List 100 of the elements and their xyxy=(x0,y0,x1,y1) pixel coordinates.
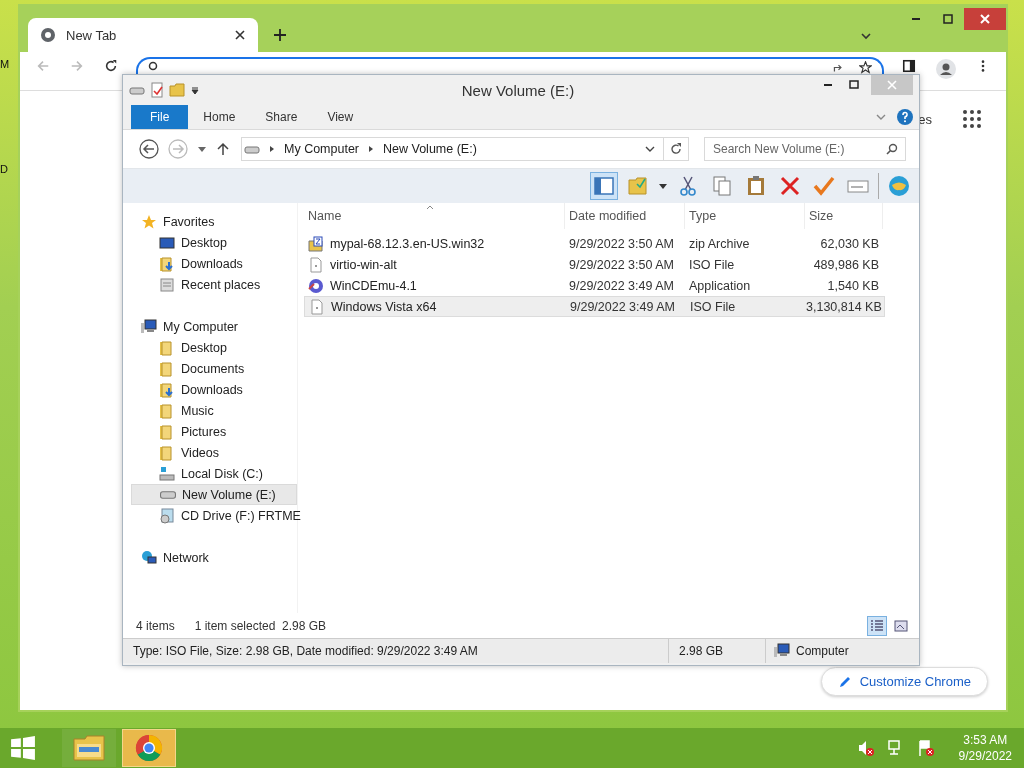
file-explorer-taskbar-button[interactable] xyxy=(62,729,116,767)
file-row[interactable]: WinCDEmu-4.1 9/29/2022 3:49 AM Application 1,540 KB xyxy=(304,275,885,296)
breadcrumb-item[interactable]: New Volume (E:) xyxy=(383,142,477,156)
help-icon[interactable] xyxy=(897,109,913,125)
nav-item[interactable]: New Volume (E:) xyxy=(131,484,297,505)
computer-icon xyxy=(141,318,157,335)
file-icon xyxy=(309,298,325,315)
ribbon-tab[interactable]: Share xyxy=(250,105,313,129)
table-cell-text: 9/29/2022 3:50 AM xyxy=(568,257,675,272)
file-name: mypal-68.12.3.en-US.win32 xyxy=(330,236,485,251)
scissors-icon xyxy=(677,175,699,197)
chrome-taskbar-button[interactable] xyxy=(122,729,176,767)
column-header[interactable]: Type xyxy=(685,203,805,229)
star-icon xyxy=(141,213,157,230)
ribbon-tab[interactable]: View xyxy=(312,105,369,129)
bookmark-star-icon[interactable] xyxy=(859,61,872,74)
close-button[interactable] xyxy=(964,8,1006,30)
file-name: virtio-win-alt xyxy=(330,257,397,272)
recent-places-icon xyxy=(159,276,175,293)
preview-pane-icon xyxy=(593,175,615,197)
minimize-icon xyxy=(824,84,832,86)
table-cell-text: 62,030 KB xyxy=(819,236,880,251)
file-icon xyxy=(308,256,324,273)
application-icon xyxy=(308,277,324,294)
minimize-icon xyxy=(912,18,920,20)
checkmark-icon xyxy=(813,175,835,197)
close-icon xyxy=(979,13,991,25)
nav-item[interactable]: Favorites xyxy=(131,211,297,232)
nav-item[interactable]: Recent places xyxy=(131,274,297,295)
downloads-folder-icon xyxy=(159,255,175,272)
nav-item[interactable]: Documents xyxy=(131,358,297,379)
cd-drive-icon xyxy=(159,507,175,524)
item-count: 4 items xyxy=(136,618,175,633)
file-row[interactable]: virtio-win-alt 9/29/2022 3:50 AM ISO File 489,986 KB xyxy=(304,254,885,275)
recent-locations-icon[interactable] xyxy=(197,144,207,154)
nav-item[interactable]: Local Disk (C:) xyxy=(131,463,297,484)
file-row[interactable]: Windows Vista x64 9/29/2022 3:49 AM ISO File 3,130,814 KB xyxy=(304,296,885,317)
reload-icon[interactable] xyxy=(104,59,118,73)
column-header[interactable]: Name xyxy=(304,203,565,229)
ribbon-tab[interactable]: File xyxy=(131,105,189,129)
caret-icon[interactable] xyxy=(658,181,668,191)
column-header[interactable]: Size xyxy=(805,203,883,229)
desktop-icon xyxy=(159,234,175,251)
clipboard-icon xyxy=(745,175,767,197)
drive-icon xyxy=(159,465,175,482)
details-view-button[interactable] xyxy=(867,615,887,636)
maximize-icon xyxy=(942,13,954,25)
address-bar[interactable]: My Computer New Volume (E:) xyxy=(241,137,689,161)
folder-icon xyxy=(159,360,175,377)
file-name: WinCDEmu-4.1 xyxy=(330,278,417,293)
folder-icon xyxy=(73,734,105,762)
nav-item[interactable]: Network xyxy=(131,547,297,568)
preview-pane-button[interactable] xyxy=(590,172,618,200)
apps-grid-icon[interactable] xyxy=(962,109,982,129)
nav-item[interactable]: Desktop xyxy=(131,337,297,358)
new-tab-icon[interactable] xyxy=(272,27,288,43)
nav-item[interactable]: Videos xyxy=(131,442,297,463)
tab-search-icon[interactable] xyxy=(860,30,872,42)
selection-info: 1 item selected 2.98 GB xyxy=(194,618,327,633)
nav-item[interactable]: Downloads xyxy=(131,379,297,400)
preview-view-icon xyxy=(894,618,908,633)
desktop-icon-label: D xyxy=(0,163,8,175)
file-name: Windows Vista x64 xyxy=(331,299,437,314)
start-icon[interactable] xyxy=(10,735,36,761)
table-cell-text: zip Archive xyxy=(688,236,751,251)
profile-icon[interactable] xyxy=(936,59,956,79)
pencil-icon xyxy=(837,674,852,689)
breadcrumb-item[interactable]: My Computer xyxy=(284,142,360,156)
customize-chrome-button[interactable]: Customize Chrome xyxy=(820,667,988,696)
caret-icon[interactable] xyxy=(189,84,201,96)
file-row[interactable]: mypal-68.12.3.en-US.win32 9/29/2022 3:50 AM zip Archive 62,030 KB xyxy=(304,233,885,254)
flag-icon[interactable] xyxy=(916,739,935,757)
search-field[interactable]: Search New Volume (E:) xyxy=(704,137,906,161)
details-view-icon xyxy=(870,618,884,633)
side-panel-icon[interactable] xyxy=(902,59,916,73)
muted-speaker-icon[interactable] xyxy=(856,739,875,757)
ribbon-tab[interactable]: Home xyxy=(188,105,251,129)
close-icon[interactable] xyxy=(234,29,246,41)
up-arrow-icon[interactable] xyxy=(216,142,230,156)
zip-archive-icon xyxy=(308,235,324,252)
nav-item[interactable]: Desktop xyxy=(131,232,297,253)
network-icon xyxy=(141,549,157,566)
desktop-icon-label: M xyxy=(0,58,10,70)
nav-item[interactable]: My Computer xyxy=(131,316,297,337)
table-cell-text: 1,540 KB xyxy=(826,278,880,293)
column-header[interactable]: Date modified xyxy=(565,203,685,229)
details-text: Type: ISO File, Size: 2.98 GB, Date modified: 9/29/2022 3:49 AM xyxy=(133,644,479,658)
nav-item[interactable]: Pictures xyxy=(131,421,297,442)
dropdown-icon[interactable] xyxy=(645,144,655,154)
refresh-icon xyxy=(669,142,683,156)
nav-item[interactable]: Music xyxy=(131,400,297,421)
back-icon[interactable] xyxy=(139,139,159,159)
drive-icon xyxy=(160,490,176,499)
search-icon xyxy=(886,143,898,155)
computer-icon xyxy=(774,643,790,659)
details-size: 2.98 GB xyxy=(668,639,765,663)
nav-item[interactable]: Downloads xyxy=(131,253,297,274)
browser-tab[interactable]: New Tab xyxy=(28,18,258,52)
properties-icon[interactable] xyxy=(149,82,165,98)
details-location: Computer xyxy=(796,644,849,658)
